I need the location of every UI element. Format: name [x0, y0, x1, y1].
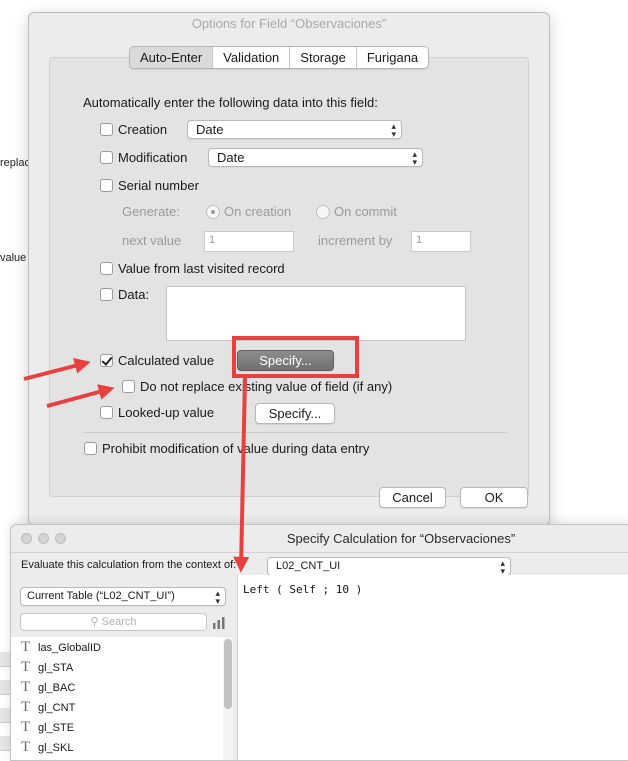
- tab-auto-enter[interactable]: Auto-Enter: [130, 47, 213, 68]
- tab-storage[interactable]: Storage: [289, 47, 356, 68]
- annotation-arrows: [23, 358, 250, 573]
- arrow-to-do-not-replace: [46, 384, 115, 408]
- arrow-to-formula: [233, 377, 250, 573]
- tab-furigana[interactable]: Furigana: [355, 47, 429, 68]
- tab-validation[interactable]: Validation: [212, 47, 290, 68]
- tab-bar: Auto-Enter Validation Storage Furigana: [129, 46, 430, 69]
- arrow-to-calculated-value: [23, 358, 91, 381]
